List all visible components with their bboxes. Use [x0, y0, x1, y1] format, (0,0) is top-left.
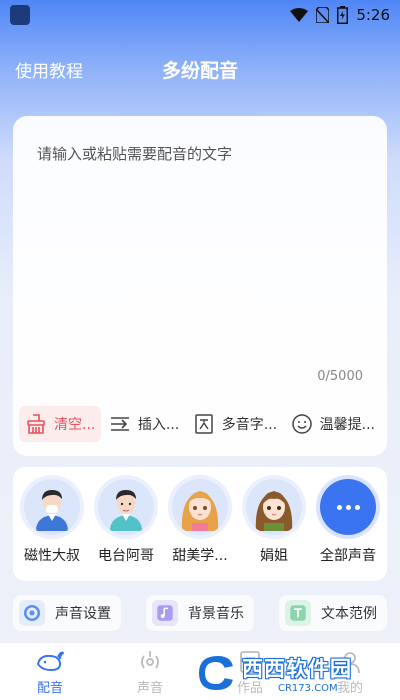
battery-charging-icon: [337, 6, 349, 24]
voice-selector: 磁性大叔 电台阿哥 甜美学... 娟姐 全部声音: [13, 467, 387, 581]
polyphone-icon: [195, 414, 213, 434]
tab-label: 配音: [36, 681, 63, 696]
watermark-text: 西西软件园: [242, 656, 352, 681]
app-notification-icon: [10, 5, 30, 25]
anime-girl-avatar-icon: [181, 491, 219, 531]
background-music-button[interactable]: 背景音乐: [146, 595, 254, 631]
sound-icon: [141, 651, 159, 669]
insert-icon: [110, 417, 129, 431]
voice-name: 磁性大叔: [24, 548, 80, 564]
whale-icon: [36, 651, 64, 672]
text-sample-button[interactable]: 文本范例: [279, 595, 387, 631]
dubbing-text-input[interactable]: [37, 143, 357, 363]
site-watermark: 西西软件园 CR173.COM: [194, 650, 394, 696]
more-icon: [320, 479, 376, 535]
clock: 5:26: [356, 6, 390, 24]
watermark-url: CR173.COM: [278, 682, 338, 694]
male-avatar-icon: [110, 490, 142, 531]
clear-label: 清空...: [54, 417, 96, 433]
voice-name: 电台阿哥: [98, 548, 154, 564]
voice-avatar: [246, 479, 302, 535]
voice-settings-icon: [19, 600, 45, 626]
text-editor-card: 0/5000 清空... 插入... 多音字... 温馨提...: [13, 116, 387, 456]
insert-label: 插入...: [137, 417, 180, 433]
all-voices-button[interactable]: 全部声音: [313, 467, 383, 581]
tab-dubbing[interactable]: 配音: [10, 643, 90, 700]
char-counter: 0/5000: [317, 369, 363, 384]
voice-avatar: [172, 479, 228, 535]
music-icon: [152, 600, 178, 626]
tips-label: 温馨提...: [319, 417, 375, 433]
broom-icon: [27, 414, 45, 434]
voice-settings-button[interactable]: 声音设置: [13, 595, 121, 631]
polyphone-button[interactable]: 多音字...: [187, 406, 283, 442]
tab-sounds[interactable]: 声音: [110, 643, 190, 700]
editor-toolbar: 清空... 插入... 多音字... 温馨提...: [19, 405, 381, 443]
voice-item[interactable]: 甜美学...: [165, 467, 235, 581]
text-sample-label: 文本范例: [321, 606, 377, 622]
voice-name: 娟姐: [260, 548, 288, 564]
voice-name: 甜美学...: [172, 548, 228, 564]
page-title: 多纷配音: [161, 60, 238, 82]
insert-button[interactable]: 插入...: [103, 406, 185, 442]
background-music-label: 背景音乐: [188, 606, 244, 622]
smile-icon: [291, 414, 312, 434]
clear-button[interactable]: 清空...: [19, 406, 102, 442]
voice-item[interactable]: 电台阿哥: [91, 467, 161, 581]
male-avatar-icon: [36, 490, 68, 531]
wifi-icon: [290, 8, 309, 22]
status-bar: 5:26: [0, 0, 400, 30]
watermark-logo-icon: [196, 653, 236, 693]
status-indicators: 5:26: [290, 4, 390, 26]
voice-avatar: [24, 479, 80, 535]
tab-label: 声音: [136, 681, 163, 696]
voice-avatar: [98, 479, 154, 535]
text-sample-icon: [285, 600, 311, 626]
settings-row: 声音设置 背景音乐 文本范例: [13, 595, 387, 631]
polyphone-label: 多音字...: [221, 417, 278, 433]
app-header: 使用教程 多纷配音: [0, 48, 400, 88]
voice-item[interactable]: 磁性大叔: [17, 467, 87, 581]
voice-name: 全部声音: [320, 548, 376, 564]
no-sim-icon: [316, 7, 330, 23]
tips-button[interactable]: 温馨提...: [285, 406, 381, 442]
anime-girl-avatar-icon: [255, 491, 293, 531]
voice-settings-label: 声音设置: [55, 606, 111, 622]
voice-item[interactable]: 娟姐: [239, 467, 309, 581]
